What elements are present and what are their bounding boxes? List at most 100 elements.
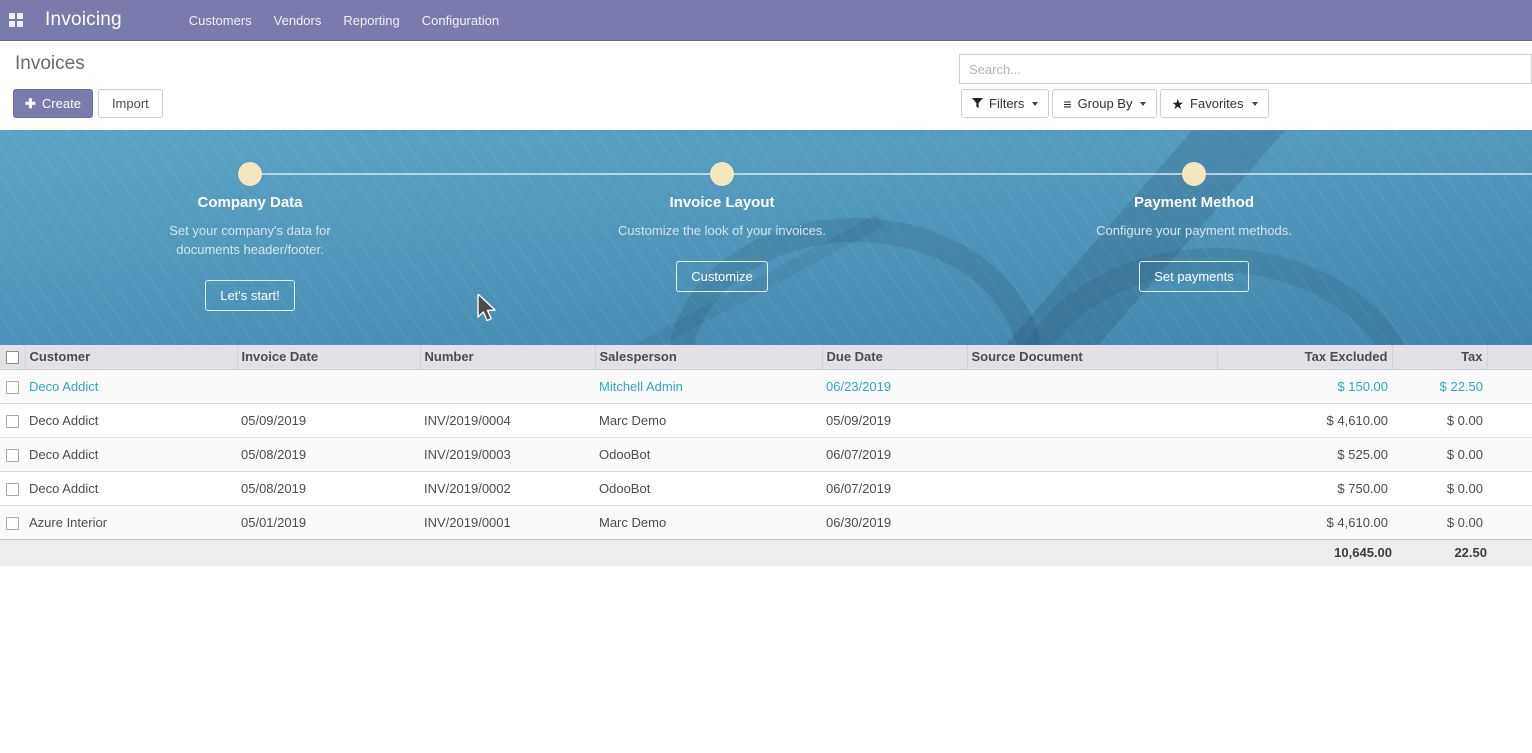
cell-salesperson[interactable]: OdooBot xyxy=(595,437,822,471)
page-title: Invoices xyxy=(15,53,85,75)
column-header-tax[interactable]: Tax xyxy=(1392,345,1487,369)
column-header-tax-excluded[interactable]: Tax Excluded xyxy=(1217,345,1392,369)
onboarding-step-company-data: Company Data Set your company's data for… xyxy=(90,194,410,311)
cell-invoice-date[interactable] xyxy=(237,369,420,403)
cell-number[interactable]: INV/2019/0002 xyxy=(420,471,595,505)
cell-tax[interactable]: $ 0.00 xyxy=(1392,437,1487,471)
table-row[interactable]: Deco Addict 05/09/2019 INV/2019/0004 Mar… xyxy=(0,403,1532,437)
table-row[interactable]: Deco Addict 05/08/2019 INV/2019/0002 Odo… xyxy=(0,471,1532,505)
plus-icon: ✚ xyxy=(25,96,36,112)
cell-tax-excluded[interactable]: $ 150.00 xyxy=(1217,369,1392,403)
select-all-cell xyxy=(0,345,25,369)
column-header-salesperson[interactable]: Salesperson xyxy=(595,345,822,369)
nav-item-reporting[interactable]: Reporting xyxy=(332,0,410,41)
invoice-list-table: Customer Invoice Date Number Salesperson… xyxy=(0,345,1532,566)
onboarding-timeline xyxy=(250,173,1532,175)
timeline-dot-payment-method xyxy=(1182,162,1206,186)
star-icon: ★ xyxy=(1171,97,1184,111)
cell-salesperson[interactable]: Mitchell Admin xyxy=(595,369,822,403)
table-header-row: Customer Invoice Date Number Salesperson… xyxy=(0,345,1532,369)
cell-customer[interactable]: Deco Addict xyxy=(25,369,237,403)
row-checkbox[interactable] xyxy=(6,381,19,394)
cell-tax[interactable]: $ 0.00 xyxy=(1392,505,1487,539)
cell-invoice-date[interactable]: 05/08/2019 xyxy=(237,437,420,471)
cell-due-date[interactable]: 05/09/2019 xyxy=(822,403,967,437)
lets-start-button[interactable]: Let's start! xyxy=(205,280,295,311)
cell-tax[interactable]: $ 22.50 xyxy=(1392,369,1487,403)
cell-source-document[interactable] xyxy=(967,369,1217,403)
search-option-buttons: Filters ≡ Group By ★ Favorites xyxy=(961,89,1269,118)
onboarding-step-payment-method: Payment Method Configure your payment me… xyxy=(1034,194,1354,292)
cell-customer[interactable]: Azure Interior xyxy=(25,505,237,539)
column-header-source-document[interactable]: Source Document xyxy=(967,345,1217,369)
cell-tax[interactable]: $ 0.00 xyxy=(1392,403,1487,437)
caret-down-icon xyxy=(1140,102,1146,106)
cell-salesperson[interactable]: Marc Demo xyxy=(595,505,822,539)
cell-customer[interactable]: Deco Addict xyxy=(25,471,237,505)
cell-due-date[interactable]: 06/30/2019 xyxy=(822,505,967,539)
group-by-button[interactable]: ≡ Group By xyxy=(1052,89,1157,118)
nav-item-customers[interactable]: Customers xyxy=(178,0,263,41)
cell-salesperson[interactable]: OdooBot xyxy=(595,471,822,505)
cell-source-document[interactable] xyxy=(967,505,1217,539)
apps-grid-icon[interactable] xyxy=(9,13,23,27)
cell-tax-excluded[interactable]: $ 750.00 xyxy=(1217,471,1392,505)
cell-customer[interactable]: Deco Addict xyxy=(25,403,237,437)
cell-number[interactable]: INV/2019/0003 xyxy=(420,437,595,471)
cell-customer[interactable]: Deco Addict xyxy=(25,437,237,471)
row-checkbox[interactable] xyxy=(6,483,19,496)
favorites-button-label: Favorites xyxy=(1190,96,1243,111)
step-title: Invoice Layout xyxy=(562,194,882,211)
cell-number[interactable]: INV/2019/0001 xyxy=(420,505,595,539)
app-name[interactable]: Invoicing xyxy=(45,9,122,31)
cell-tax[interactable]: $ 0.00 xyxy=(1392,471,1487,505)
onboarding-banner: Company Data Set your company's data for… xyxy=(0,130,1532,345)
cell-due-date[interactable]: 06/23/2019 xyxy=(822,369,967,403)
import-button[interactable]: Import xyxy=(98,89,163,118)
table-row[interactable]: Deco Addict Mitchell Admin 06/23/2019 $ … xyxy=(0,369,1532,403)
step-title: Company Data xyxy=(90,194,410,211)
column-header-number[interactable]: Number xyxy=(420,345,595,369)
customize-button[interactable]: Customize xyxy=(676,261,767,292)
cell-source-document[interactable] xyxy=(967,403,1217,437)
step-description: Customize the look of your invoices. xyxy=(616,221,828,240)
search-input[interactable] xyxy=(959,54,1532,84)
table-row[interactable]: Deco Addict 05/08/2019 INV/2019/0003 Odo… xyxy=(0,437,1532,471)
column-header-invoice-date[interactable]: Invoice Date xyxy=(237,345,420,369)
row-checkbox[interactable] xyxy=(6,517,19,530)
navbar-menu: Customers Vendors Reporting Configuratio… xyxy=(178,0,510,41)
cell-due-date[interactable]: 06/07/2019 xyxy=(822,471,967,505)
onboarding-step-invoice-layout: Invoice Layout Customize the look of you… xyxy=(562,194,882,292)
row-checkbox[interactable] xyxy=(6,415,19,428)
timeline-dot-invoice-layout xyxy=(710,162,734,186)
row-checkbox[interactable] xyxy=(6,449,19,462)
nav-item-vendors[interactable]: Vendors xyxy=(263,0,333,41)
table-row[interactable]: Azure Interior 05/01/2019 INV/2019/0001 … xyxy=(0,505,1532,539)
select-all-checkbox[interactable] xyxy=(6,351,19,364)
cell-due-date[interactable]: 06/07/2019 xyxy=(822,437,967,471)
top-navbar: Invoicing Customers Vendors Reporting Co… xyxy=(0,0,1532,41)
cell-invoice-date[interactable]: 05/08/2019 xyxy=(237,471,420,505)
cell-tax-excluded[interactable]: $ 4,610.00 xyxy=(1217,505,1392,539)
cell-tax-excluded[interactable]: $ 4,610.00 xyxy=(1217,403,1392,437)
total-tax-excluded: 10,645.00 xyxy=(1217,539,1392,566)
cell-number[interactable]: INV/2019/0004 xyxy=(420,403,595,437)
column-header-due-date[interactable]: Due Date xyxy=(822,345,967,369)
create-button[interactable]: ✚ Create xyxy=(13,89,93,118)
bars-icon: ≡ xyxy=(1063,97,1071,111)
caret-down-icon xyxy=(1032,102,1038,106)
favorites-button[interactable]: ★ Favorites xyxy=(1160,89,1268,118)
cell-invoice-date[interactable]: 05/09/2019 xyxy=(237,403,420,437)
column-header-customer[interactable]: Customer xyxy=(25,345,237,369)
nav-item-configuration[interactable]: Configuration xyxy=(411,0,510,41)
cell-source-document[interactable] xyxy=(967,471,1217,505)
filters-button-label: Filters xyxy=(989,96,1024,111)
set-payments-button[interactable]: Set payments xyxy=(1139,261,1249,292)
cell-invoice-date[interactable]: 05/01/2019 xyxy=(237,505,420,539)
cell-salesperson[interactable]: Marc Demo xyxy=(595,403,822,437)
filters-button[interactable]: Filters xyxy=(961,89,1049,118)
cell-tax-excluded[interactable]: $ 525.00 xyxy=(1217,437,1392,471)
cell-number[interactable] xyxy=(420,369,595,403)
cell-source-document[interactable] xyxy=(967,437,1217,471)
total-tax: 22.50 xyxy=(1392,539,1487,566)
